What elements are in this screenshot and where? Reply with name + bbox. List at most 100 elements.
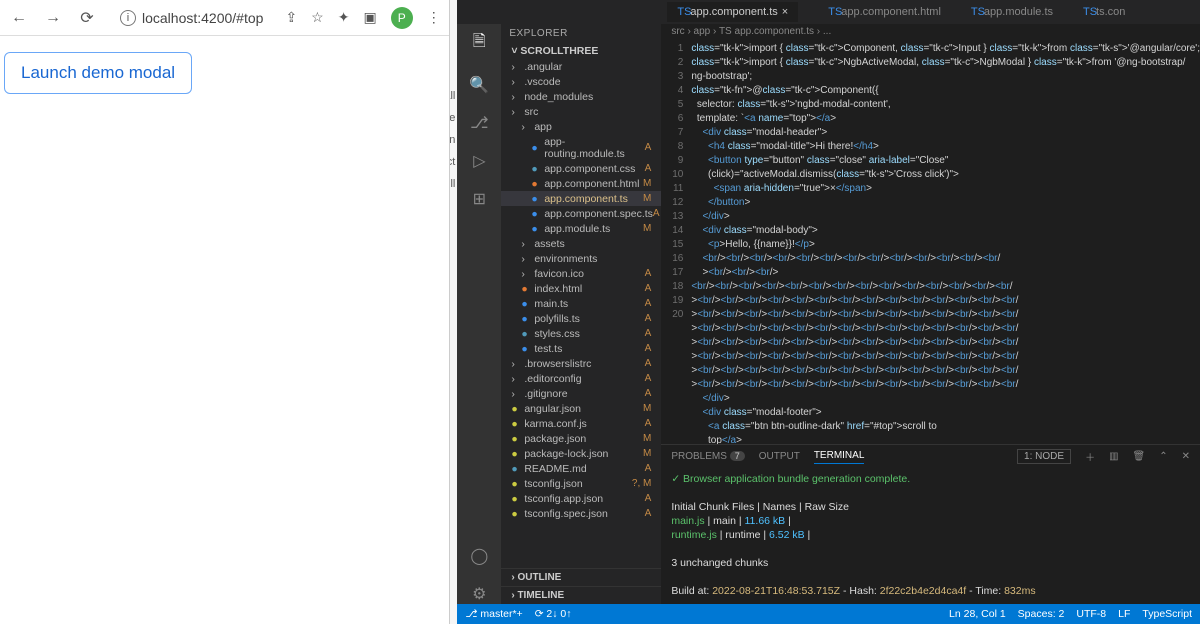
file-label: .gitignore (524, 388, 567, 400)
git-status-mark: A (645, 373, 652, 384)
file-label: tsconfig.app.json (524, 493, 603, 505)
git-status-mark: M (643, 193, 651, 204)
file-tree-item[interactable]: ●tsconfig.app.jsonA (501, 491, 661, 506)
file-tree-item[interactable]: ›favicon.icoA (501, 266, 661, 281)
file-tree-item[interactable]: ●README.mdA (501, 461, 661, 476)
editor-tab[interactable]: TS ts.con (1083, 6, 1125, 18)
terminal-output[interactable]: ✓ Browser application bundle generation … (661, 468, 1200, 604)
file-label: assets (534, 238, 564, 250)
git-status-mark: M (643, 223, 651, 234)
bookmark-icon[interactable]: ☆ (311, 9, 324, 26)
file-label: README.md (524, 463, 586, 475)
file-tree-item[interactable]: ●angular.jsonM (501, 401, 661, 416)
extensions-activity-icon[interactable]: ⊞ (473, 189, 486, 209)
eol-status[interactable]: LF (1118, 608, 1130, 620)
file-tree-item[interactable]: ●tsconfig.spec.jsonA (501, 506, 661, 521)
git-branch-status[interactable]: ⎇ master*+ (465, 608, 522, 620)
timeline-section[interactable]: › TIMELINE (501, 586, 661, 604)
line-gutter: 1234567891011121314151617181920 (661, 42, 691, 444)
ts-file-icon: TS (828, 6, 837, 18)
code-editor[interactable]: 1234567891011121314151617181920 class="t… (661, 42, 1200, 444)
file-tree-item[interactable]: › assets (501, 236, 661, 251)
file-tree-item[interactable]: ●index.htmlA (501, 281, 661, 296)
terminal-tab[interactable]: TERMINAL (814, 450, 865, 464)
browser-toolbar: ← → ⟳ i localhost:4200/#top ⇪ ☆ ✦ ▣ P ⋮ (0, 0, 449, 36)
workspace-section[interactable]: ˅ SCROLLTHREE (501, 43, 661, 59)
file-tree-item[interactable]: ●app.component.htmlM (501, 176, 661, 191)
folder-icon: › (521, 238, 530, 250)
extensions-icon[interactable]: ✦ (338, 9, 350, 26)
site-info-icon[interactable]: i (120, 10, 136, 26)
language-status[interactable]: TypeScript (1142, 608, 1192, 620)
file-tree-item[interactable]: ●app.module.tsM (501, 221, 661, 236)
file-tree-item[interactable]: ›src (501, 104, 661, 119)
file-tree-item[interactable]: ●package.jsonM (501, 431, 661, 446)
editor-tab[interactable]: TS app.component.html (828, 6, 941, 18)
css-file-icon: ● (521, 328, 530, 340)
maximize-panel-icon[interactable]: ⌃ (1159, 451, 1167, 462)
settings-gear-icon[interactable]: ⚙ (472, 584, 486, 604)
debug-activity-icon[interactable]: ▷ (473, 151, 485, 171)
file-tree-item[interactable]: ›.editorconfigA (501, 371, 661, 386)
file-tree-item[interactable]: ●test.tsA (501, 341, 661, 356)
file-tree-item[interactable]: ›node_modules (501, 89, 661, 104)
output-tab[interactable]: OUTPUT (759, 451, 800, 462)
problems-tab[interactable]: PROBLEMS 7 (671, 451, 744, 462)
kebab-menu-icon[interactable]: ⋮ (427, 9, 441, 26)
file-tree-item[interactable]: ●karma.conf.jsA (501, 416, 661, 431)
close-panel-icon[interactable]: ✕ (1182, 451, 1190, 462)
file-tree-item[interactable]: ●app-routing.module.tsA (501, 134, 661, 161)
git-status-mark: A (645, 313, 652, 324)
address-bar[interactable]: i localhost:4200/#top (110, 5, 273, 31)
source-control-activity-icon[interactable]: ⎇ (470, 113, 488, 133)
encoding-status[interactable]: UTF-8 (1076, 608, 1106, 620)
terminal-selector[interactable]: 1: node (1017, 449, 1071, 464)
breadcrumbs[interactable]: src › app › TS app.component.ts › ... (661, 24, 1200, 42)
folder-icon: › (511, 106, 520, 118)
new-terminal-icon[interactable]: ＋ (1085, 449, 1095, 464)
reader-icon[interactable]: ▣ (363, 9, 376, 26)
file-tree-item[interactable]: ›.angular (501, 59, 661, 74)
file-tree-item[interactable]: ●tsconfig.json?, M (501, 476, 661, 491)
folder-icon: › (511, 91, 520, 103)
file-tree-item[interactable]: ●app.component.tsM (501, 191, 661, 206)
file-tree-item[interactable]: ●app.component.spec.tsA (501, 206, 661, 221)
share-icon[interactable]: ⇪ (285, 9, 297, 26)
git-status-mark: A (645, 388, 652, 399)
file-tree-item[interactable]: ●styles.cssA (501, 326, 661, 341)
launch-demo-modal-button[interactable]: Launch demo modal (4, 52, 192, 94)
close-tab-icon[interactable]: × (782, 6, 788, 18)
explorer-activity-icon[interactable]: 🗎 (473, 30, 486, 57)
ts-file-icon: TS (971, 6, 980, 18)
back-button[interactable]: ← (8, 7, 30, 29)
obscured-text: none (449, 112, 458, 124)
accounts-icon[interactable]: ◯ (470, 546, 488, 566)
editor-tab[interactable]: TS app.component.ts × (667, 2, 798, 22)
file-tree-item[interactable]: ›.vscode (501, 74, 661, 89)
reload-button[interactable]: ⟳ (76, 7, 98, 29)
ts-file-icon: TS (677, 6, 686, 18)
ts-file-icon: ● (521, 298, 530, 310)
git-sync-status[interactable]: ⟳ 2↓ 0↑ (535, 608, 572, 620)
indent-status[interactable]: Spaces: 2 (1018, 608, 1065, 620)
file-tree-item[interactable]: ›environments (501, 251, 661, 266)
file-tree-item[interactable]: ›.gitignoreA (501, 386, 661, 401)
outline-section[interactable]: › OUTLINE (501, 568, 661, 586)
cursor-position[interactable]: Ln 28, Col 1 (949, 608, 1006, 620)
profile-avatar[interactable]: P (391, 7, 413, 29)
file-tree-item[interactable]: ●polyfills.tsA (501, 311, 661, 326)
file-tree-item[interactable]: ●app.component.cssA (501, 161, 661, 176)
vscode-window: TS app.component.ts × TS app.component.ht… (457, 0, 1200, 624)
file-label: app (534, 121, 552, 133)
editor-tab[interactable]: TS app.module.ts (971, 6, 1053, 18)
kill-terminal-icon[interactable]: 🗑 (1133, 451, 1146, 462)
file-tree-item[interactable]: ●package-lock.jsonM (501, 446, 661, 461)
forward-button[interactable]: → (42, 7, 64, 29)
terminal-line (671, 570, 1190, 584)
code-content[interactable]: class="tk-k">import { class="tk-c">Compo… (691, 42, 1200, 444)
file-tree-item[interactable]: ›.browserslistrcA (501, 356, 661, 371)
file-tree-item[interactable]: ›app (501, 119, 661, 134)
split-terminal-icon[interactable]: ▥ (1109, 451, 1118, 462)
search-activity-icon[interactable]: 🔍 (469, 75, 489, 95)
file-tree-item[interactable]: ●main.tsA (501, 296, 661, 311)
